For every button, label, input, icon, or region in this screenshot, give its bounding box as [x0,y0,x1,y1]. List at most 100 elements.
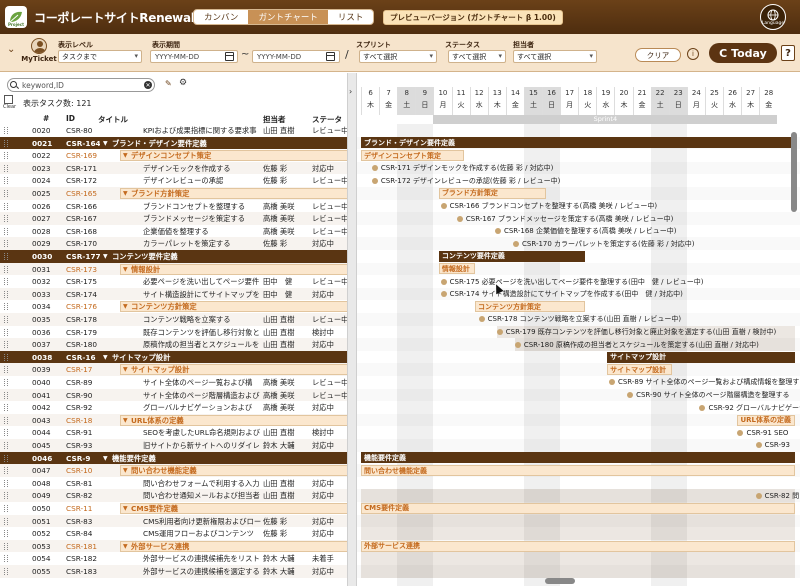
phase-row[interactable]: 0038 CSR-16 サイトマップ設計 ▼ [0,350,347,364]
expand-arrow-icon[interactable]: ▼ [123,152,128,159]
myticket-button[interactable]: MyTicket [21,38,57,68]
today-button[interactable]: C Today [709,43,777,63]
task-row[interactable]: 0023 CSR-171 デザインモックを作成する 佐藤 彩 対応中 [0,161,347,175]
task-row[interactable]: 0045 CSR-93 旧サイトから新サイトへのリダイレ 鈴木 大輔 対応中 [0,439,347,452]
vertical-scrollbar[interactable] [791,132,797,212]
expand-arrow-icon[interactable]: ▼ [123,366,128,373]
drag-handle-icon[interactable] [4,505,8,512]
task-row[interactable]: 0040 CSR-89 サイト全体のページ一覧および構 高橋 美咲 レビュー中 [0,376,347,389]
expand-arrow-icon[interactable]: ▼ [123,303,128,310]
drag-handle-icon[interactable] [4,416,8,424]
group-bar[interactable]: 情報設計 [438,263,476,275]
drag-handle-icon[interactable] [4,454,8,462]
drag-handle-icon[interactable] [4,328,8,336]
group-bar[interactable]: CMS要件定義 [361,502,796,514]
drag-handle-icon[interactable] [4,139,8,147]
task-bar[interactable]: CSR-170 カラーパレットを策定する(佐藤 彩 / 対応中) [513,238,694,249]
group-bar[interactable]: 外部サービス連携 [361,540,796,552]
clear-button[interactable]: クリア [635,48,681,62]
drag-handle-icon[interactable] [4,366,8,374]
group-row[interactable]: 0047 CSR-10 ▼ 問い合わせ機能定義 [0,464,347,477]
level-select[interactable]: タスクまで [58,50,142,63]
task-row[interactable]: 0035 CSR-178 コンテンツ戦略を立案する 山田 直樹 レビュー中 [0,313,347,326]
drag-handle-icon[interactable] [4,517,8,525]
task-row[interactable]: 0037 CSR-180 原稿作成の担当者とスケジュールを 山田 直樹 対応中 [0,338,347,351]
task-bar[interactable]: CSR-89 サイト全体のページ一覧および構成情報を整理する [608,377,800,388]
expand-arrow-icon[interactable]: ▼ [103,253,108,260]
clear-search-icon[interactable]: ✕ [144,81,152,89]
drag-handle-icon[interactable] [4,442,8,449]
chevron-right-icon[interactable]: › [349,87,352,96]
task-row[interactable]: 0028 CSR-168 企業価値を整理する 高橋 美咲 レビュー中 [0,224,347,238]
drag-handle-icon[interactable] [4,190,8,197]
task-bar[interactable]: CSR-171 デザインモックを作成する(佐藤 彩 / 対応中) [371,163,553,174]
expand-arrow-icon[interactable]: ▼ [123,467,128,474]
drag-handle-icon[interactable] [4,568,8,575]
group-row[interactable]: 0031 CSR-173 ▼ 情報設計 [0,262,347,276]
task-row[interactable]: 0044 CSR-91 SEOを考慮したURL命名規則および 山田 直樹 検討中 [0,426,347,439]
drag-handle-icon[interactable] [4,404,8,412]
drag-handle-icon[interactable] [4,127,8,134]
group-bar[interactable]: URL体系の定義 [737,414,796,426]
group-row[interactable]: 0025 CSR-165 ▼ ブランド方針策定 [0,187,347,200]
drag-handle-icon[interactable] [4,542,8,550]
task-row[interactable]: 0048 CSR-81 問い合わせフォームで利用する入力 山田 直樹 対応中 [0,476,347,490]
drag-handle-icon[interactable] [4,303,8,311]
task-row[interactable]: 0033 CSR-174 サイト構造設計にてサイトマップを 田中 健 対応中 [0,287,347,301]
assignee-select[interactable]: すべて選択 [513,50,597,63]
expand-arrow-icon[interactable]: ▼ [103,455,108,462]
pane-splitter[interactable]: › [347,73,357,586]
phase-row[interactable]: 0021 CSR-164 ブランド・デザイン要件定義 ▼ [0,136,347,150]
task-bar[interactable]: CSR-172 デザインレビューの承認(佐藤 彩 / レビュー中) [371,175,560,186]
drag-handle-icon[interactable] [4,152,8,160]
task-bar[interactable]: CSR-93 [755,440,790,451]
drag-handle-icon[interactable] [4,492,8,500]
task-bar[interactable]: CSR-90 サイト全体のページ階層構造を整理する [627,389,790,400]
group-row[interactable]: 0022 CSR-169 ▼ デザインコンセプト策定 [0,149,347,162]
group-bar[interactable]: 問い合わせ機能定義 [361,465,796,476]
drag-handle-icon[interactable] [4,164,8,172]
group-row[interactable]: 0043 CSR-18 ▼ URL体系の定義 [0,413,347,427]
task-bar[interactable]: CSR-168 企業価値を整理する(高橋 美咲 / レビュー中) [494,226,676,237]
calendar-icon[interactable] [225,52,234,61]
tab-list[interactable]: リスト [328,10,374,24]
expand-arrow-icon[interactable]: ▼ [123,266,128,273]
task-bar[interactable]: CSR-178 コンテンツ戦略を立案する(山田 直樹 / レビュー中) [478,314,681,325]
task-bar[interactable]: CSR-175 必要ページを洗い出してページ要件を整理する(田中 健 / レビュ… [440,276,703,287]
group-bar[interactable]: ブランド方針策定 [438,187,546,199]
task-row[interactable]: 0052 CSR-84 CMS運用フローおよびコンテンツ 佐藤 彩 対応中 [0,527,347,540]
drag-handle-icon[interactable] [4,341,8,349]
group-row[interactable]: 0053 CSR-181 ▼ 外部サービス連携 [0,539,347,553]
expand-arrow-icon[interactable]: ▼ [103,354,108,361]
task-row[interactable]: 0036 CSR-179 既存コンテンツを評価し移行対象と 山田 直樹 検討中 [0,325,347,339]
task-bar[interactable]: CSR-91 SEO [737,427,788,438]
task-row[interactable]: 0027 CSR-167 ブランドメッセージを策定する 高橋 美咲 レビュー中 [0,212,347,225]
search-input[interactable]: keyword,ID [7,78,155,92]
clear-checkbox[interactable] [4,95,13,104]
task-row[interactable]: 0024 CSR-172 デザインレビューの承認 佐藤 彩 レビュー中 [0,174,347,187]
drag-handle-icon[interactable] [4,240,8,248]
drag-handle-icon[interactable] [4,467,8,475]
task-row[interactable]: 0042 CSR-92 グローバルナビゲーションおよび 高橋 美咲 対応中 [0,401,347,414]
sprint-select[interactable]: すべて選択 [359,50,437,63]
task-bar[interactable]: CSR-92 グローバルナビゲーション [699,402,800,413]
help-button[interactable]: ? [781,45,795,61]
task-row[interactable]: 0049 CSR-82 問い合わせ通知メールおよび担当者 山田 直樹 対応中 [0,489,347,502]
task-row[interactable]: 0020 CSR-80 KPIおよび成果指標に関する要求事 山田 直樹 レビュー中 [0,124,347,137]
tag-filter-icon[interactable]: ✎ [165,79,175,89]
drag-handle-icon[interactable] [4,215,8,223]
task-row[interactable]: 0029 CSR-170 カラーパレットを策定する 佐藤 彩 対応中 [0,237,347,250]
task-row[interactable]: 0032 CSR-175 必要ページを洗い出してページ要件 田中 健 レビュー中 [0,275,347,288]
task-row[interactable]: 0055 CSR-183 外部サービスの連携候補を選定する 鈴木 大輔 対応中 [0,565,347,578]
group-bar[interactable]: コンテンツ方針策定 [475,301,586,313]
language-button[interactable]: Language [760,4,786,30]
expand-arrow-icon[interactable]: ▼ [103,140,108,147]
task-bar[interactable]: CSR-179 既存コンテンツを評価し移行対象と廃止対象を選定する(山田 直樹 … [496,326,776,337]
group-row[interactable]: 0050 CSR-11 ▼ CMS要件定義 [0,502,347,515]
drag-handle-icon[interactable] [4,227,8,235]
task-row[interactable]: 0051 CSR-83 CMS利用者向け更新権限およびロー 佐藤 彩 対応中 [0,514,347,528]
phase-bar[interactable]: ブランド・デザイン要件定義 [361,137,796,149]
status-select[interactable]: すべて選択 [448,50,506,63]
phase-bar[interactable]: コンテンツ要件定義 [438,250,586,262]
task-bar[interactable]: CSR-167 ブランドメッセージを策定する(高橋 美咲 / レビュー中) [456,213,673,224]
